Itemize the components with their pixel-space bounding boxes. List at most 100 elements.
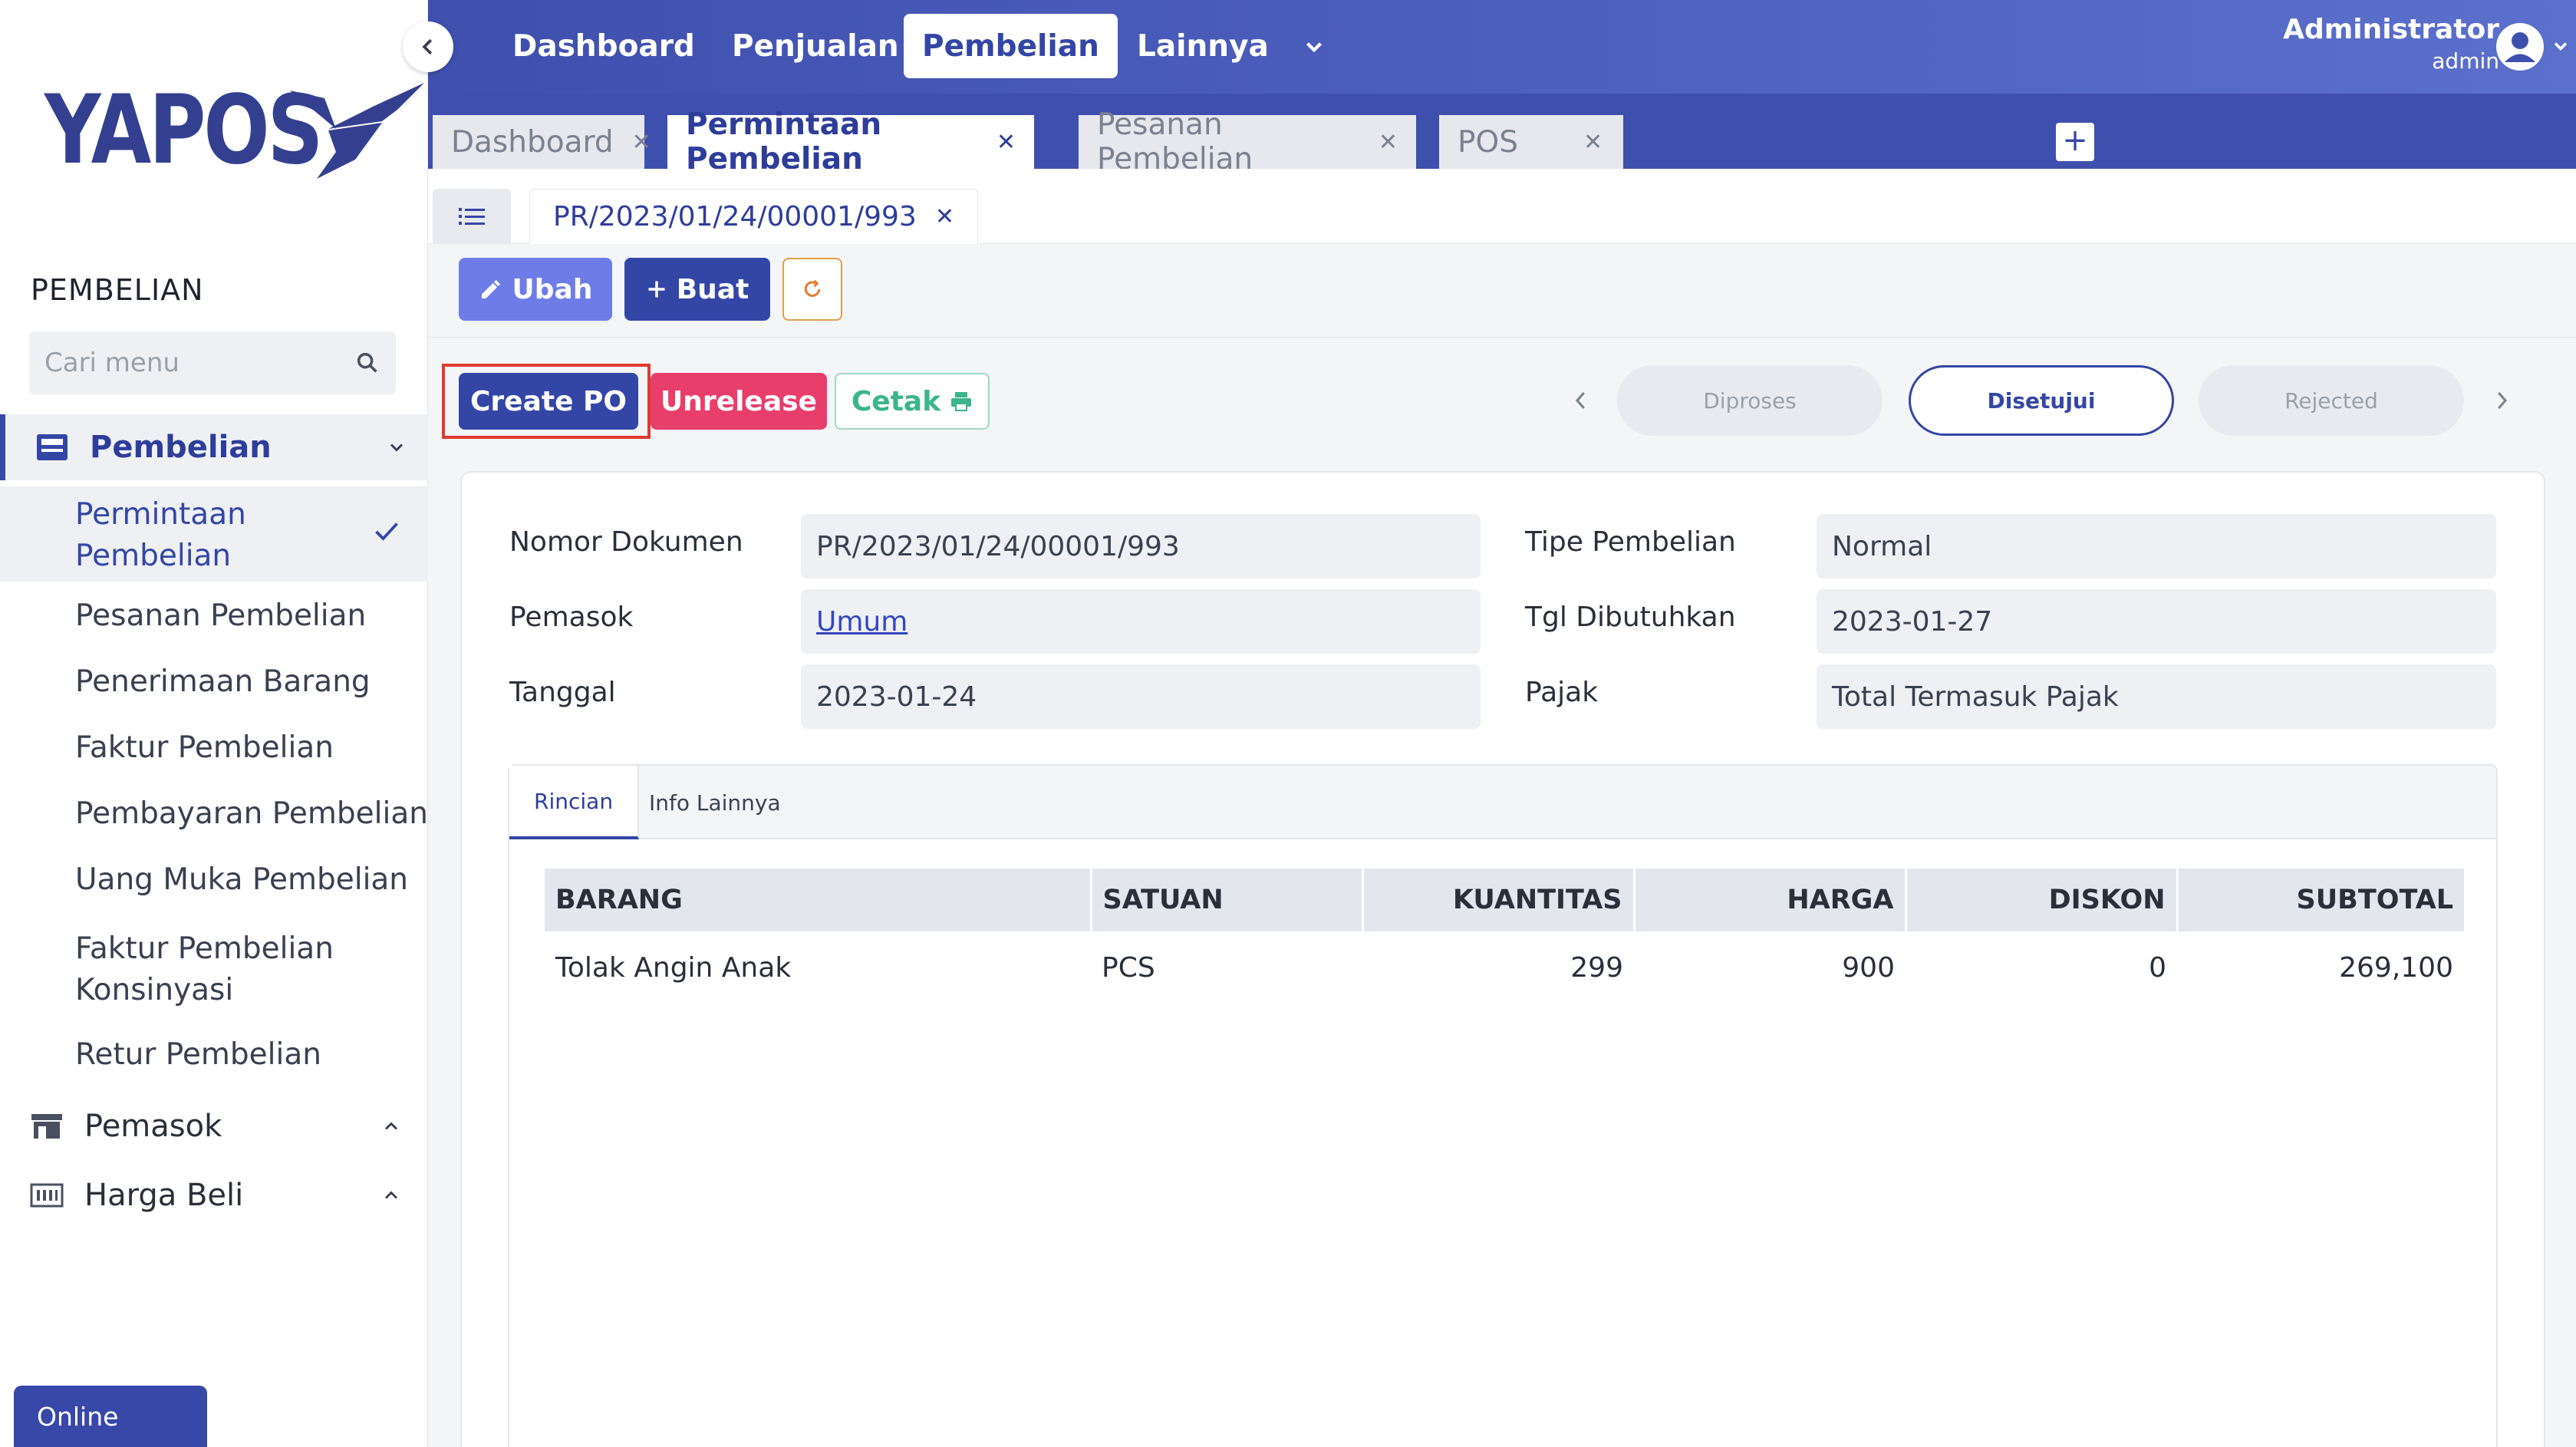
table-cell: Tolak Angin Anak xyxy=(555,951,792,984)
pajak-field[interactable]: Total Termasuk Pajak xyxy=(1817,664,2496,729)
user-avatar-icon[interactable] xyxy=(2495,21,2545,72)
sidebar-item-faktur-pembelian[interactable]: Faktur Pembelian xyxy=(0,730,428,765)
plus-icon xyxy=(648,281,665,298)
close-icon[interactable]: ✕ xyxy=(1379,129,1398,156)
sidebar-item-label: Pesanan Pembelian xyxy=(75,598,367,633)
document-card: Nomor Dokumen PR/2023/01/24/00001/993 Pe… xyxy=(460,471,2545,1447)
sidebar-item-pembayaran-pembelian[interactable]: Pembayaran Pembelian xyxy=(0,796,428,831)
column-header: HARGA xyxy=(1634,869,1907,931)
sidebar-group-pembelian[interactable]: Pembelian xyxy=(0,414,428,480)
refresh-button[interactable] xyxy=(782,258,842,321)
page-tab-label: Pesanan Pembelian xyxy=(1097,107,1253,176)
sidebar-item-label: Penerimaan Barang xyxy=(75,664,371,699)
print-button[interactable]: Cetak xyxy=(835,373,990,430)
create-po-button[interactable]: Create PO xyxy=(459,373,638,430)
create-button-label: Buat xyxy=(676,273,749,305)
pencil-icon xyxy=(481,280,500,298)
close-icon[interactable]: ✕ xyxy=(996,129,1016,156)
tanggal-field[interactable]: 2023-01-24 xyxy=(801,664,1481,729)
sidebar-group-harga-beli[interactable]: Harga Beli xyxy=(0,1165,428,1226)
sidebar-group-label: Pembelian xyxy=(90,430,272,465)
table-cell: PCS xyxy=(1102,951,1155,984)
sidebar-group-pemasok[interactable]: Pemasok xyxy=(0,1096,428,1157)
chevron-down-icon[interactable] xyxy=(2550,35,2571,57)
print-button-label: Cetak xyxy=(851,385,941,417)
tab-rincian[interactable]: Rincian xyxy=(509,766,640,839)
pemasok-field[interactable]: Umum xyxy=(801,589,1481,654)
sidebar-group-label: Pemasok xyxy=(84,1109,222,1144)
document-tab-label: PR/2023/01/24/00001/993 xyxy=(553,201,917,232)
sidebar-item-retur-pembelian[interactable]: Retur Pembelian xyxy=(0,1037,428,1072)
top-navbar: Dashboard Penjualan Pembelian Lainnya Ad… xyxy=(428,0,2576,94)
bird-logo-icon xyxy=(290,83,424,179)
page-tab-permintaan-pembelian[interactable]: Permintaan Pembelian ✕ xyxy=(667,107,1034,176)
edit-button-label: Ubah xyxy=(512,273,593,305)
field-label: Pajak xyxy=(1525,677,1599,708)
tgl-dibutuhkan-field[interactable]: 2023-01-27 xyxy=(1817,589,2496,654)
online-status-badge[interactable]: Online xyxy=(14,1386,207,1447)
column-header: BARANG xyxy=(545,869,1092,931)
menu-search-input[interactable]: Cari menu xyxy=(29,331,396,394)
user-role: admin xyxy=(2432,48,2499,74)
topnav-penjualan[interactable]: Penjualan xyxy=(713,14,917,78)
sidebar-item-label: Uang Muka Pembelian xyxy=(75,862,409,897)
status-step-disetujui[interactable]: Disetujui xyxy=(1909,365,2174,436)
chevron-down-icon xyxy=(390,443,404,452)
menu-search-placeholder: Cari menu xyxy=(44,348,180,378)
close-icon[interactable]: ✕ xyxy=(632,129,651,156)
topnav-dashboard[interactable]: Dashboard xyxy=(494,14,713,78)
field-label: Nomor Dokumen xyxy=(509,526,743,558)
check-icon xyxy=(375,522,398,541)
chevron-left-icon xyxy=(422,38,433,55)
yapos-logo[interactable]: YAPOS xyxy=(44,75,424,186)
field-label: Tanggal xyxy=(509,677,616,708)
sidebar-item-faktur-pembelian-konsinyasi[interactable]: Faktur Pembelian Konsinyasi xyxy=(0,928,428,1011)
field-label: Pemasok xyxy=(509,602,634,633)
page-tab-pesanan-pembelian[interactable]: Pesanan Pembelian ✕ xyxy=(1079,107,1416,176)
sidebar-item-permintaan-pembelian[interactable]: Permintaan Pembelian xyxy=(0,486,428,582)
chevron-left-icon[interactable] xyxy=(1570,385,1593,416)
add-tab-button[interactable]: + xyxy=(2056,123,2094,161)
document-tabs: PR/2023/01/24/00001/993 ✕ xyxy=(428,169,2576,244)
column-header: KUANTITAS xyxy=(1362,869,1636,931)
list-view-button[interactable] xyxy=(433,189,511,244)
table-cell: 269,100 xyxy=(2339,951,2453,984)
chevron-down-icon[interactable] xyxy=(1301,34,1327,60)
close-icon[interactable]: ✕ xyxy=(935,203,954,230)
detail-tabs-header: Rincian Info Lainnya xyxy=(509,766,2496,839)
create-button[interactable]: Buat xyxy=(624,258,770,321)
toolbar: Ubah Buat xyxy=(428,244,2576,338)
page-tab-pos[interactable]: POS ✕ xyxy=(1439,115,1623,169)
sidebar-item-penerimaan-barang[interactable]: Penerimaan Barang xyxy=(0,664,428,699)
nomor-dokumen-field[interactable]: PR/2023/01/24/00001/993 xyxy=(801,514,1481,578)
status-step-rejected[interactable]: Rejected xyxy=(2199,365,2464,436)
page-tab-dashboard[interactable]: Dashboard ✕ xyxy=(433,115,651,169)
user-menu[interactable]: Administrator admin xyxy=(2283,14,2499,74)
sidebar-section-title: PEMBELIAN xyxy=(31,273,204,307)
column-header: SUBTOTAL xyxy=(2177,869,2464,931)
topnav-lainnya[interactable]: Lainnya xyxy=(1118,14,1287,78)
sidebar-item-label: Faktur Pembelian xyxy=(75,730,334,765)
page-tab-label: POS xyxy=(1458,124,1518,160)
sidebar-collapse-button[interactable] xyxy=(403,21,453,72)
topnav-pembelian[interactable]: Pembelian xyxy=(904,14,1118,78)
document-tab[interactable]: PR/2023/01/24/00001/993 ✕ xyxy=(529,189,978,244)
sidebar-item-uang-muka-pembelian[interactable]: Uang Muka Pembelian xyxy=(0,862,428,897)
chevron-up-icon xyxy=(384,1122,398,1130)
table-cell: 900 xyxy=(1842,951,1895,984)
tipe-pembelian-field[interactable]: Normal xyxy=(1817,514,2496,578)
sidebar-item-label: Permintaan Pembelian xyxy=(75,497,246,573)
chevron-right-icon[interactable] xyxy=(2490,385,2513,416)
edit-button[interactable]: Ubah xyxy=(459,258,612,321)
page-tabs: Dashboard ✕ Permintaan Pembelian ✕ Pesanan… xyxy=(428,94,2576,176)
detail-tabs: Rincian Info Lainnya BARANG SATUAN KUANT… xyxy=(508,764,2498,1447)
unrelease-button[interactable]: Unrelease xyxy=(651,373,827,430)
logo-text: YAPOS xyxy=(44,75,324,186)
table-row[interactable]: Tolak Angin Anak PCS 299 900 0 269,100 xyxy=(545,931,2464,1004)
table-header-row: BARANG SATUAN KUANTITAS HARGA DISKON SUB… xyxy=(545,869,2464,931)
field-label: Tipe Pembelian xyxy=(1525,526,1736,558)
tab-info-lainnya[interactable]: Info Lainnya xyxy=(624,766,805,839)
close-icon[interactable]: ✕ xyxy=(1583,129,1603,156)
sidebar-item-pesanan-pembelian[interactable]: Pesanan Pembelian xyxy=(0,598,428,633)
status-step-diproses[interactable]: Diproses xyxy=(1617,365,1883,436)
